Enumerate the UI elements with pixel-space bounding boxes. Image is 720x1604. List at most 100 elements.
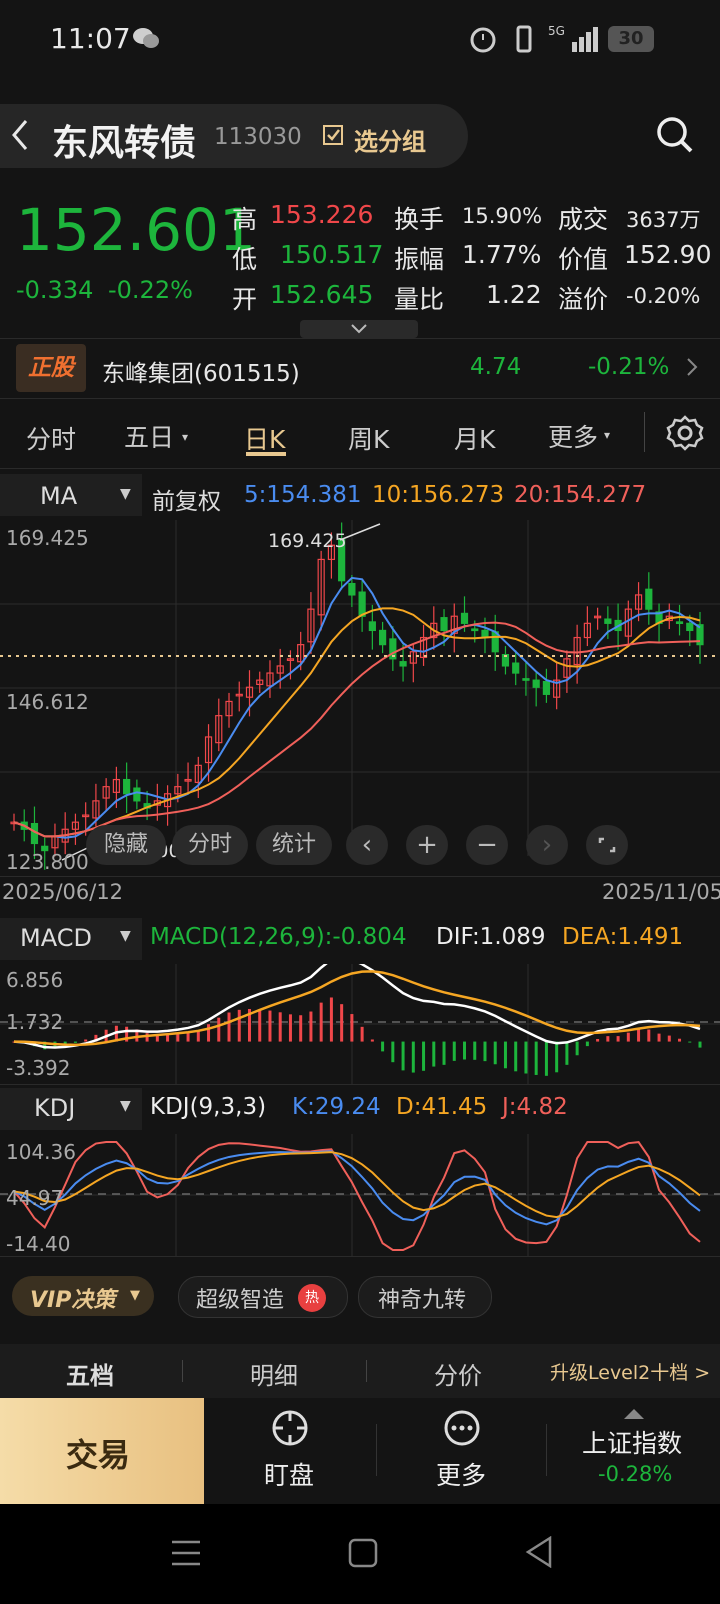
candle-body	[440, 617, 448, 632]
scroll-left-button[interactable]: ‹	[346, 825, 388, 865]
back-nav-icon[interactable]	[524, 1535, 554, 1572]
kline-chart[interactable]	[0, 520, 720, 876]
search-icon[interactable]	[656, 116, 694, 158]
dropdown-icon: ▾	[604, 428, 611, 442]
stock-code: 113030	[214, 124, 302, 150]
macd-bar	[258, 1009, 262, 1042]
home-icon[interactable]	[348, 1538, 378, 1572]
kdj-y-mid: 44.97	[6, 1186, 64, 1210]
macd-bar	[596, 1039, 600, 1042]
intraday-button[interactable]: 分时	[172, 825, 248, 865]
zoom-in-button[interactable]: +	[406, 825, 448, 865]
macd-bar	[544, 1041, 548, 1076]
last-price: 152.601	[16, 196, 256, 264]
vibrate-icon	[512, 24, 536, 58]
upgrade-level2-link[interactable]: 升级Level2十档 >	[550, 1358, 710, 1385]
macd-bar	[473, 1041, 477, 1060]
tab-more[interactable]: 更多	[548, 418, 598, 454]
kdj-lines	[13, 1141, 701, 1251]
low-label: 低	[232, 245, 258, 274]
divider	[0, 1084, 720, 1085]
macd-bar	[585, 1041, 589, 1047]
hot-badge: 热	[298, 1284, 326, 1312]
dropdown-icon: ▼	[120, 928, 131, 944]
scroll-right-button[interactable]: ›	[526, 825, 568, 865]
candle-body	[123, 778, 131, 795]
macd-bar	[503, 1041, 507, 1069]
kline-y-mid: 146.612	[6, 690, 89, 714]
tab-separator	[182, 1360, 183, 1382]
price-change-pct: -0.22%	[108, 276, 193, 304]
macd-bar	[329, 997, 333, 1042]
macd-bar	[370, 1039, 374, 1042]
fullscreen-button[interactable]	[586, 825, 628, 865]
nav-separator	[376, 1424, 377, 1476]
macd-value: MACD(12,26,9):-0.804	[150, 924, 407, 950]
tab-monthly-k[interactable]: 月K	[454, 420, 495, 456]
macd-bar	[278, 1012, 282, 1042]
index-name[interactable]: 上证指数	[582, 1424, 682, 1460]
macd-bar	[534, 1041, 538, 1075]
tab-five-level[interactable]: 五档	[66, 1356, 114, 1391]
macd-bar	[401, 1041, 405, 1071]
candle-body	[133, 787, 141, 802]
kline-candles	[10, 522, 704, 870]
macd-bar	[524, 1041, 528, 1074]
underlying-name: 东峰集团(601515)	[102, 361, 300, 387]
menu-icon[interactable]	[170, 1538, 202, 1572]
tab-price[interactable]: 分价	[434, 1356, 482, 1391]
kdj-chart[interactable]	[0, 1134, 720, 1256]
kdj-k: K:29.24	[292, 1094, 381, 1120]
kline-grid	[0, 520, 720, 856]
more-button[interactable]: 更多	[436, 1456, 486, 1492]
macd-bar	[268, 1010, 272, 1042]
zoom-out-button[interactable]: −	[466, 825, 508, 865]
back-icon[interactable]	[10, 118, 30, 156]
tab-detail[interactable]: 明细	[250, 1356, 298, 1391]
open-label: 开	[232, 285, 258, 314]
macd-bar	[667, 1035, 671, 1042]
macd-bar	[73, 1041, 77, 1043]
kdj-j: J:4.82	[502, 1094, 568, 1120]
macd-bar	[657, 1033, 661, 1042]
check-icon	[322, 124, 344, 150]
candle-body	[358, 591, 366, 617]
amplitude-value: 1.77%	[462, 240, 542, 269]
tab-separator	[644, 412, 645, 452]
turnover-label: 换手	[394, 205, 445, 234]
macd-bar	[237, 1009, 241, 1042]
macd-bar	[217, 1017, 221, 1042]
high-value: 153.226	[270, 200, 374, 229]
ma20-value: 20:154.277	[514, 482, 647, 508]
caret-up-icon	[624, 1404, 644, 1423]
tab-five-day[interactable]: 五日	[124, 418, 174, 454]
expand-quote-button[interactable]	[300, 320, 418, 338]
vip-label: VIP决策	[30, 1288, 116, 1313]
macd-selector-label: MACD	[20, 924, 92, 952]
tab-weekly-k[interactable]: 周K	[348, 420, 389, 456]
deal-value: 3637万	[626, 208, 701, 232]
underlying-stock-row[interactable]: 正股 东峰集团(601515) 4.74 -0.21%	[0, 340, 720, 396]
macd-bar	[84, 1039, 88, 1042]
adjust-label[interactable]: 前复权	[152, 482, 221, 516]
underlying-price: 4.74	[470, 354, 522, 380]
hide-button[interactable]: 隐藏	[86, 825, 166, 865]
tab-intraday[interactable]: 分时	[26, 420, 76, 456]
depth-tabs: 五档 明细 分价 升级Level2十档 >	[0, 1344, 720, 1398]
macd-bar	[606, 1036, 610, 1042]
stats-button[interactable]: 统计	[256, 825, 332, 865]
macd-bar	[350, 1014, 354, 1042]
macd-bar	[647, 1029, 651, 1042]
more-dots-icon	[442, 1408, 482, 1452]
macd-chart[interactable]	[0, 964, 720, 1084]
macd-dif: DIF:1.089	[436, 924, 546, 950]
tab-daily-k[interactable]: 日K	[244, 420, 285, 456]
group-button[interactable]: 选分组	[354, 122, 426, 157]
macd-histogram	[12, 997, 702, 1076]
deal-label: 成交	[558, 205, 609, 234]
alarm-icon	[468, 24, 498, 58]
smart-label: 超级智造	[196, 1288, 285, 1313]
kline-max-label: 169.425	[268, 530, 347, 552]
gear-icon[interactable]	[666, 414, 704, 456]
watch-button[interactable]: 盯盘	[264, 1456, 314, 1492]
